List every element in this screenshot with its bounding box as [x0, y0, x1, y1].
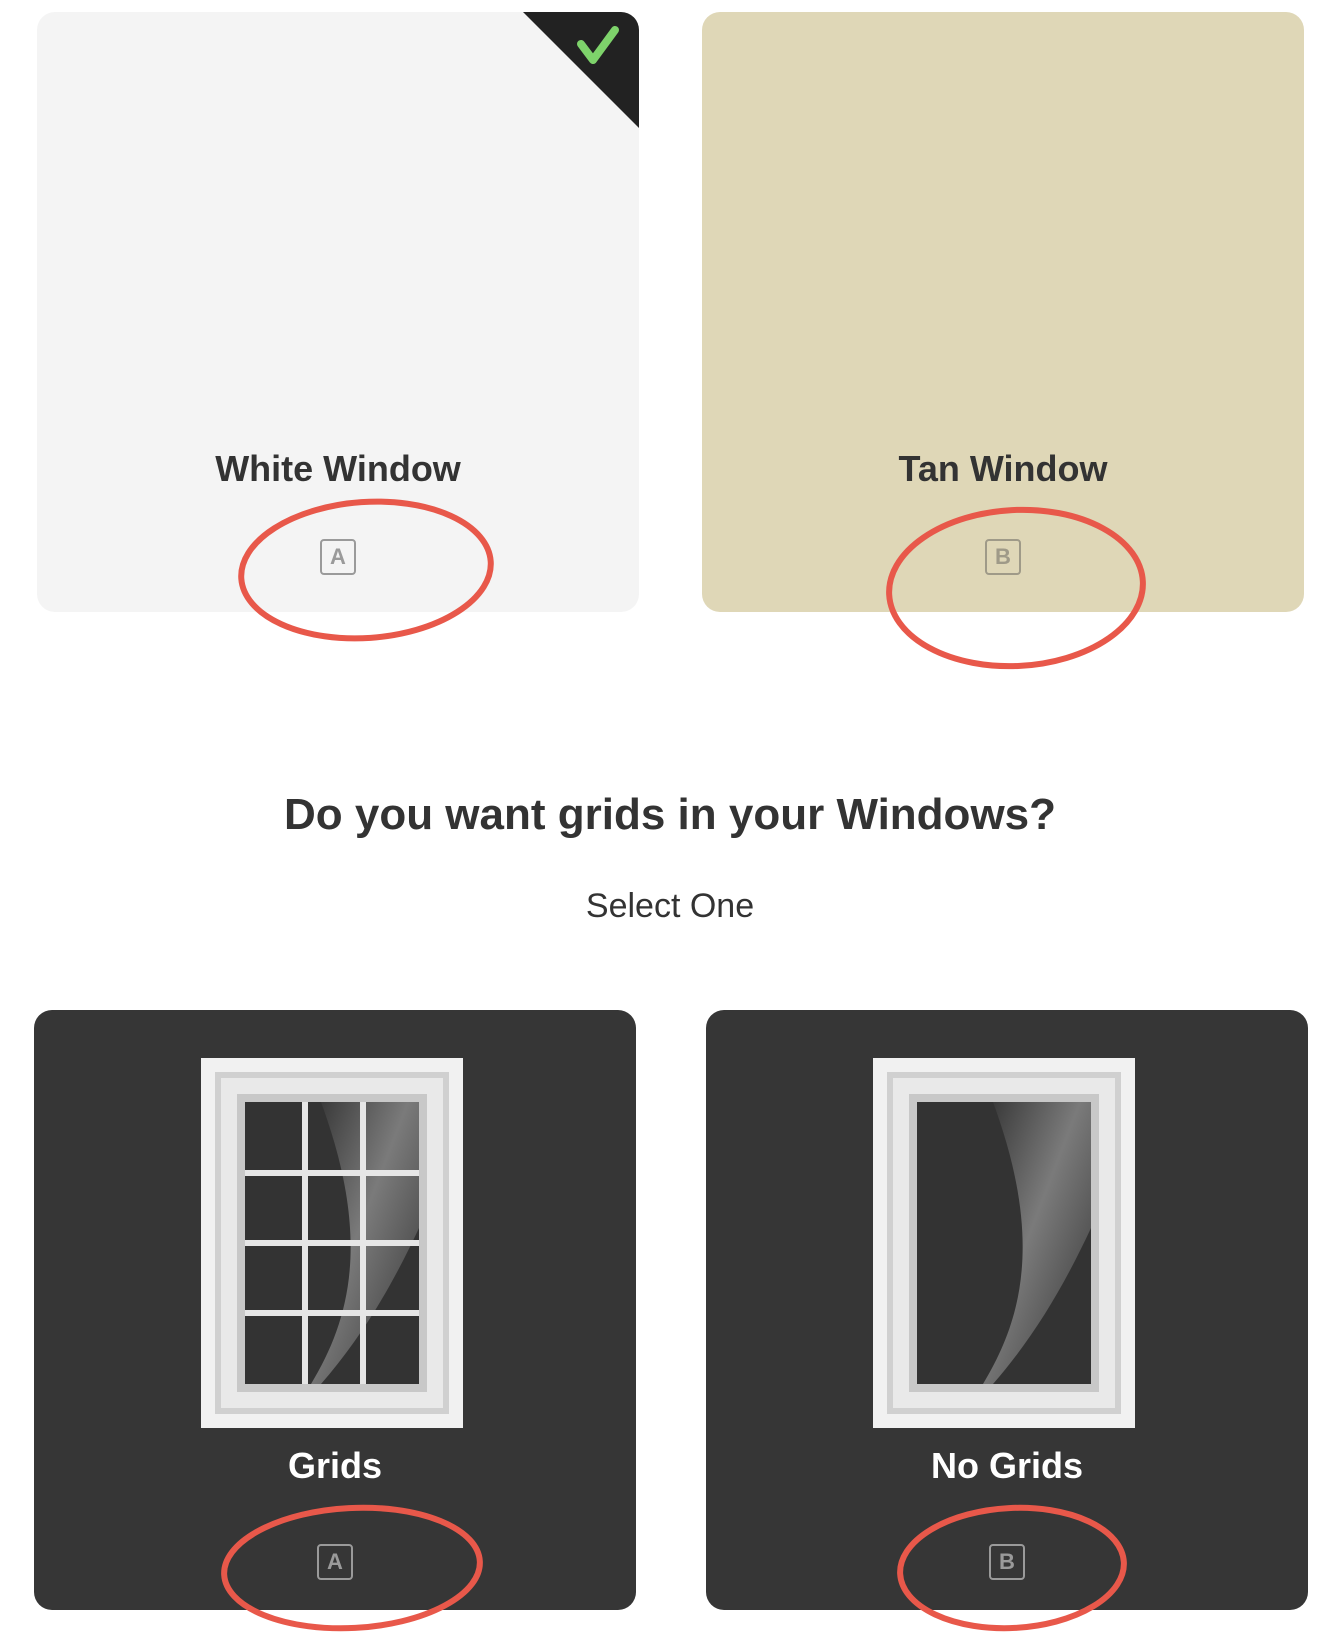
- window-with-grids-icon: [201, 1058, 463, 1428]
- option-card-white-window[interactable]: White Window A: [37, 12, 639, 612]
- question-title: Do you want grids in your Windows?: [283, 790, 1057, 839]
- option-card-no-grids[interactable]: No Grids B: [706, 1010, 1308, 1610]
- keyboard-shortcut-badge: A: [317, 1544, 353, 1580]
- keyboard-shortcut-badge: B: [985, 539, 1021, 575]
- option-label: No Grids: [930, 1445, 1083, 1486]
- selected-check-icon: [523, 12, 639, 128]
- keyboard-shortcut-badge: B: [989, 1544, 1025, 1580]
- question-subtitle: Select One: [585, 887, 755, 925]
- option-label: White Window: [215, 448, 461, 489]
- option-label: Grids: [287, 1445, 383, 1486]
- keyboard-shortcut-badge: A: [320, 539, 356, 575]
- option-card-tan-window[interactable]: Tan Window B: [702, 12, 1304, 612]
- option-card-grids[interactable]: Grids A: [34, 1010, 636, 1610]
- window-no-grids-icon: [873, 1058, 1135, 1428]
- option-label: Tan Window: [898, 448, 1108, 489]
